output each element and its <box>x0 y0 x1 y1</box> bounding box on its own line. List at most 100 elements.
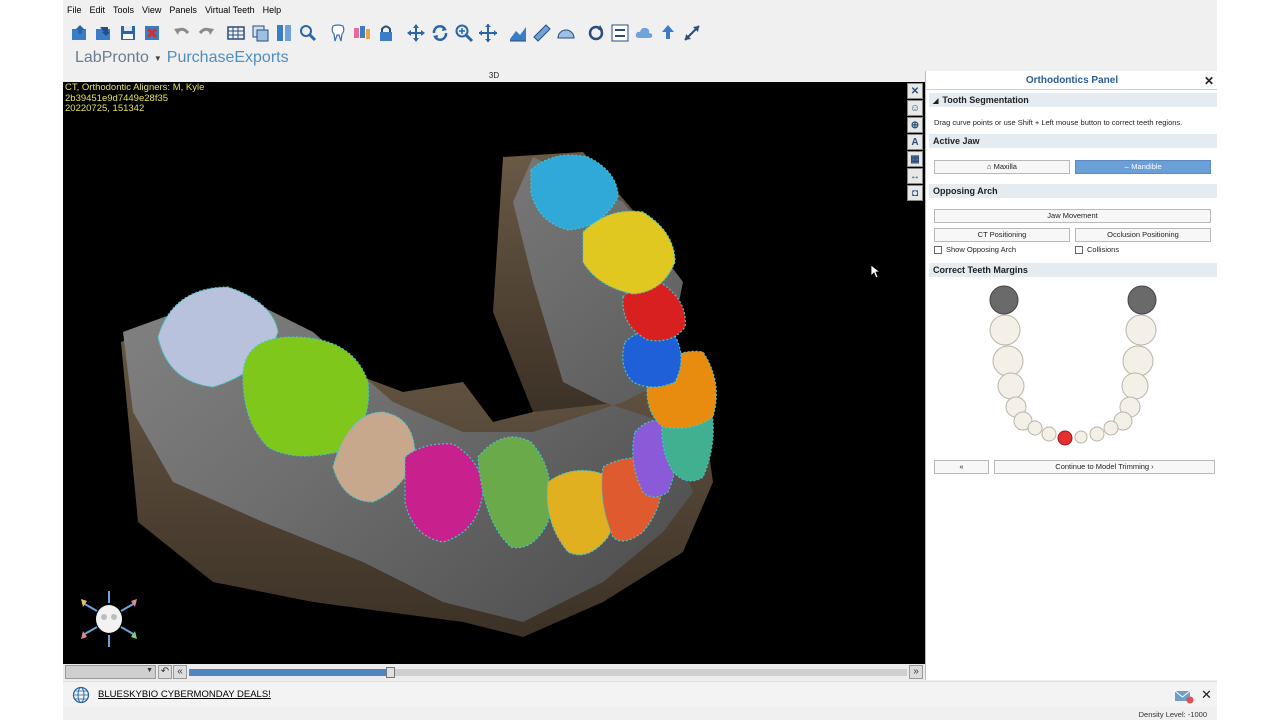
redo-button[interactable] <box>194 21 217 44</box>
continue-button[interactable]: Continue to Model Trimming › <box>994 460 1215 474</box>
chevron-down-icon: ▼ <box>146 667 153 674</box>
close-ad-icon[interactable]: ✕ <box>1201 687 1212 703</box>
tooth-segmentation-header[interactable]: ◢ Tooth Segmentation <box>929 93 1217 107</box>
chart-tooth <box>1125 314 1157 346</box>
cloud-button[interactable] <box>632 21 655 44</box>
save-button[interactable] <box>116 21 139 44</box>
patient-info: CT, Orthodontic Aligners: M, Kyle 2b3945… <box>65 82 205 115</box>
show-opposing-arch-label: Show Opposing Arch <box>946 245 1017 254</box>
grid-icon <box>226 25 245 40</box>
mouse-cursor-icon <box>871 265 881 279</box>
layers-button[interactable] <box>248 21 271 44</box>
refresh-button[interactable] <box>584 21 607 44</box>
close-file-button[interactable] <box>140 21 163 44</box>
protractor-button[interactable] <box>554 21 577 44</box>
ct-positioning-button[interactable]: CT Positioning <box>934 228 1070 242</box>
align-button[interactable] <box>608 21 631 44</box>
collapse-triangle-icon: ◢ <box>933 98 939 105</box>
lock-button[interactable] <box>374 21 397 44</box>
globe-button[interactable]: ⊕ <box>907 117 923 133</box>
close-icon[interactable]: ✕ <box>1204 72 1214 90</box>
app-window: File Edit Tools View Panels Virtual Teet… <box>63 0 1217 720</box>
measure-icon <box>276 24 291 41</box>
text-a-button[interactable]: A <box>907 134 923 150</box>
timeline-prev-button[interactable]: « <box>173 665 187 679</box>
expand-icon <box>683 24 700 41</box>
brand-bar: LabPronto ▼ PurchaseExports <box>63 46 1217 70</box>
occlusion-positioning-button[interactable]: Occlusion Positioning <box>1075 228 1211 242</box>
open-button[interactable] <box>68 21 91 44</box>
undo-arrow-icon: ↶ <box>160 666 170 677</box>
cloud-icon <box>635 27 652 38</box>
jaw-movement-button[interactable]: Jaw Movement <box>934 209 1211 223</box>
skull-icon: ☺ <box>909 102 921 114</box>
zoom-search-button[interactable] <box>296 21 319 44</box>
collisions-checkbox[interactable]: Collisions <box>1075 245 1119 254</box>
opposing-arch-header: Opposing Arch <box>929 184 1217 198</box>
purchase-exports-link[interactable]: PurchaseExports <box>167 49 289 67</box>
brand-dropdown-icon[interactable]: ▼ <box>154 54 162 63</box>
chart-tooth <box>1074 430 1088 444</box>
ad-link[interactable]: BLUESKYBIO CYBERMONDAY DEALS! <box>98 689 271 700</box>
grid-view-icon: ▦ <box>910 153 920 165</box>
mandible-button[interactable]: ⌣ Mandible <box>1075 160 1211 174</box>
timeline-slider[interactable] <box>189 667 907 678</box>
timeline-thumb[interactable] <box>386 667 395 678</box>
chevron-right-icon: › <box>1149 462 1154 471</box>
menu-bar: File Edit Tools View Panels Virtual Teet… <box>63 0 1217 19</box>
timeline-combo[interactable]: ▼ <box>65 665 156 679</box>
teeth-group-button[interactable] <box>350 21 373 44</box>
globe-icon <box>72 686 90 704</box>
pan-button[interactable] <box>404 21 427 44</box>
menu-virtual-teeth[interactable]: Virtual Teeth <box>201 5 259 15</box>
menu-panels[interactable]: Panels <box>165 5 201 15</box>
menu-file[interactable]: File <box>63 5 86 15</box>
patient-line-3: 20220725, 151342 <box>65 103 145 114</box>
mail-icon[interactable] <box>1174 688 1194 704</box>
menu-edit[interactable]: Edit <box>86 5 110 15</box>
import-button[interactable] <box>92 21 115 44</box>
grid-view-button[interactable]: ▦ <box>907 151 923 167</box>
menu-tools[interactable]: Tools <box>109 5 138 15</box>
tooth-chart[interactable] <box>974 283 1174 453</box>
patient-line-1: CT, Orthodontic Aligners: M, Kyle <box>65 82 205 93</box>
measure-button[interactable] <box>272 21 295 44</box>
camera-button[interactable]: ◘ <box>907 185 923 201</box>
close-view-button[interactable]: ✕ <box>907 83 923 99</box>
timeline-reset-button[interactable]: ↶ <box>158 665 172 679</box>
upload-button[interactable] <box>656 21 679 44</box>
move-button[interactable] <box>476 21 499 44</box>
section-button[interactable] <box>506 21 529 44</box>
width-button[interactable]: ↔ <box>907 168 923 184</box>
chart-tooth <box>1041 426 1057 442</box>
menu-help[interactable]: Help <box>259 5 286 15</box>
teeth-group-icon <box>353 25 370 39</box>
zoom-button[interactable] <box>452 21 475 44</box>
chart-tooth <box>1122 345 1154 377</box>
timeline-progress-fill <box>189 669 390 676</box>
protractor-icon <box>556 29 575 38</box>
ruler-icon <box>532 23 551 42</box>
timeline-next-button[interactable]: » <box>909 665 923 679</box>
labpronto-link[interactable]: LabPronto <box>75 49 149 67</box>
chart-tooth <box>1121 372 1149 400</box>
menu-view[interactable]: View <box>138 5 165 15</box>
chart-tooth <box>992 345 1024 377</box>
grid-button[interactable] <box>224 21 247 44</box>
back-button[interactable]: « <box>934 460 989 474</box>
chart-tooth <box>997 372 1025 400</box>
align-icon <box>611 24 628 41</box>
3d-viewport[interactable]: CT, Orthodontic Aligners: M, Kyle 2b3945… <box>63 82 925 664</box>
collisions-label: Collisions <box>1087 245 1120 254</box>
expand-button[interactable] <box>680 21 703 44</box>
mandible-label: Mandible <box>1131 162 1162 171</box>
ruler-button[interactable] <box>530 21 553 44</box>
undo-button[interactable] <box>170 21 193 44</box>
show-opposing-arch-checkbox[interactable]: Show Opposing Arch <box>934 245 1016 254</box>
tooth-button[interactable] <box>326 21 349 44</box>
maxilla-button[interactable]: ⌂ Maxilla <box>934 160 1070 174</box>
chart-tooth <box>1103 420 1119 436</box>
orientation-gizmo[interactable] <box>77 589 141 649</box>
skull-button[interactable]: ☺ <box>907 100 923 116</box>
rotate-button[interactable] <box>428 21 451 44</box>
